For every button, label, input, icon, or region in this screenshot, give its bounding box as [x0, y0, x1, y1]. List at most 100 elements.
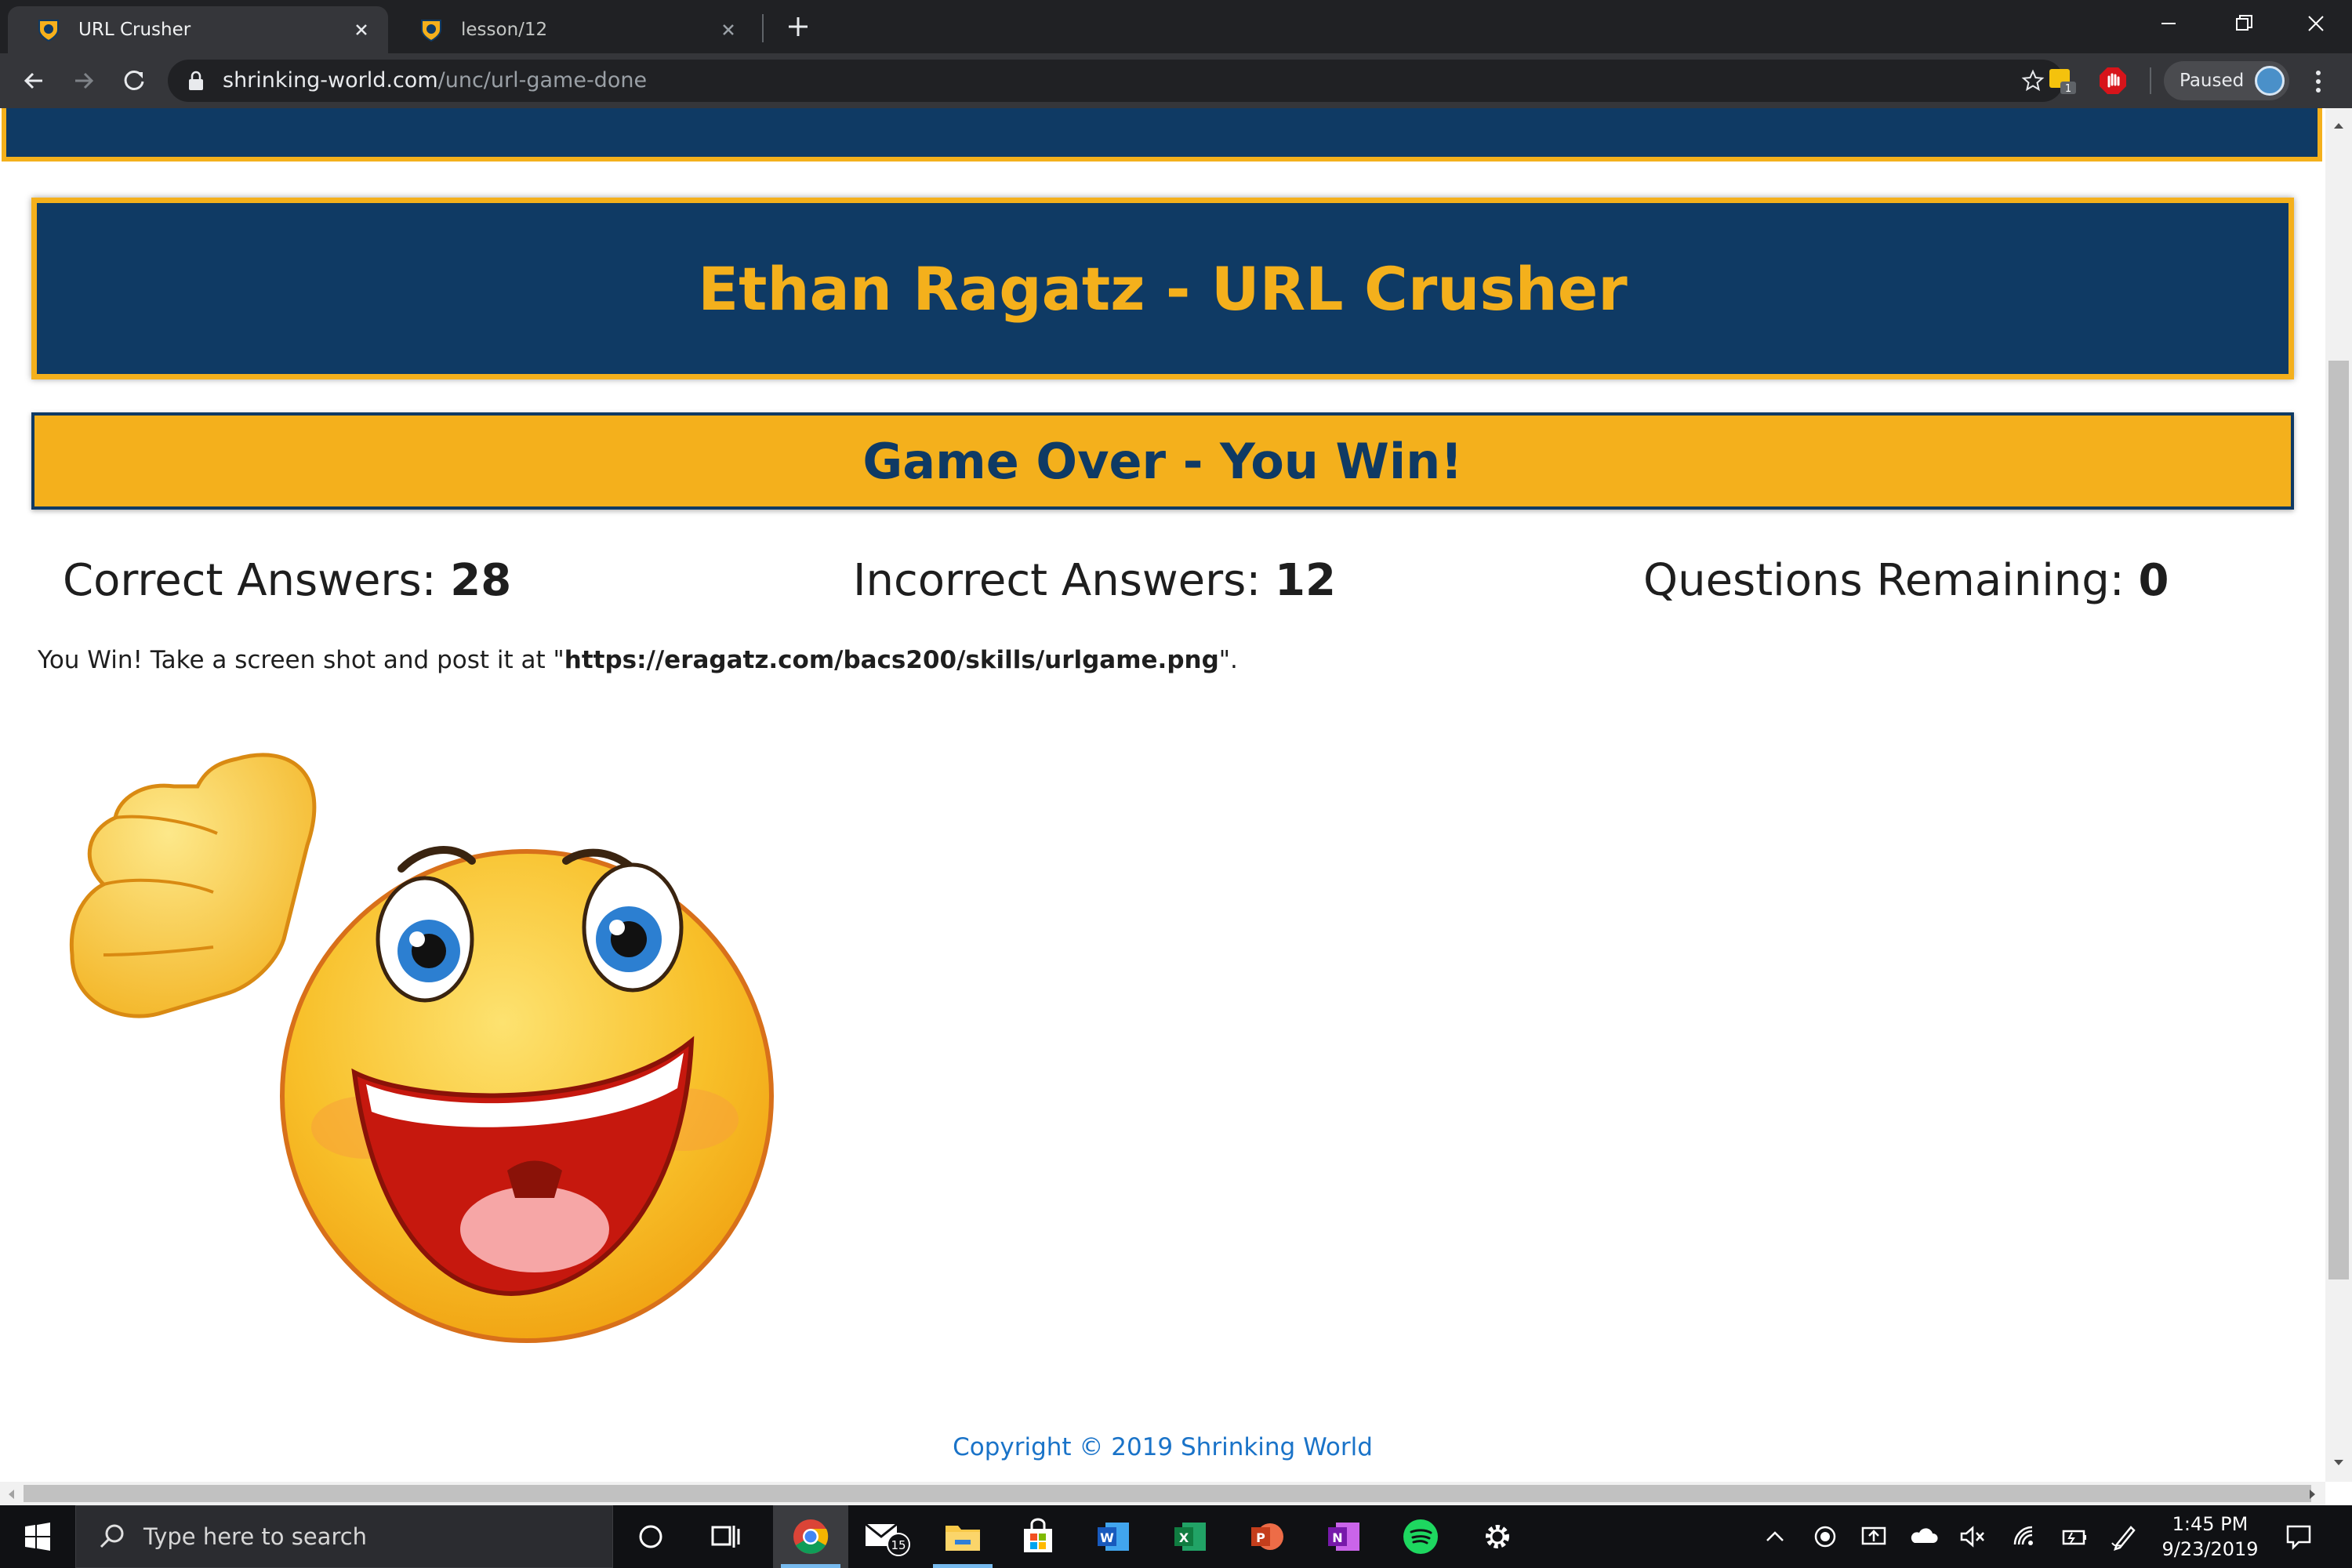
close-tab-icon[interactable] — [717, 19, 739, 41]
back-arrow-icon[interactable] — [17, 64, 50, 97]
clock-time: 1:45 PM — [2172, 1513, 2249, 1535]
task-view-button[interactable] — [688, 1505, 764, 1568]
taskbar-powerpoint[interactable]: P — [1229, 1505, 1305, 1568]
close-tab-icon[interactable] — [350, 19, 372, 41]
horizontal-scrollbar[interactable] — [0, 1482, 2325, 1505]
toolbar-separator — [2150, 67, 2151, 94]
taskbar-store[interactable] — [1000, 1505, 1076, 1568]
taskbar-spotify[interactable] — [1383, 1505, 1458, 1568]
profile-button[interactable]: Paused — [2164, 61, 2289, 100]
gear-icon — [1486, 1525, 1509, 1548]
extension-badge: 1 — [2065, 83, 2071, 95]
url-text[interactable]: shrinking-world.com/unc/url-game-done — [223, 60, 647, 102]
restore-button[interactable] — [2208, 0, 2280, 47]
scroll-down-icon[interactable] — [2332, 1458, 2345, 1468]
search-icon — [100, 1524, 124, 1548]
browser-menu-icon[interactable] — [2307, 66, 2330, 97]
wifi-icon[interactable] — [2009, 1521, 2040, 1552]
tab-title: lesson/12 — [461, 20, 548, 40]
cortana-button[interactable] — [613, 1505, 688, 1568]
address-bar[interactable]: shrinking-world.com/unc/url-game-done — [168, 60, 2063, 102]
notification-icon[interactable] — [2283, 1521, 2314, 1552]
taskbar-mail[interactable]: 15 — [850, 1505, 925, 1568]
mail-badge: 15 — [891, 1538, 906, 1552]
svg-text:X: X — [1179, 1530, 1189, 1545]
screen-share-icon[interactable] — [1858, 1521, 1889, 1552]
volume-muted-icon[interactable] — [1957, 1521, 1988, 1552]
minimize-button[interactable] — [2132, 0, 2205, 47]
scroll-left-icon[interactable] — [6, 1488, 16, 1501]
taskbar-settings[interactable] — [1460, 1505, 1535, 1568]
stat-value: 12 — [1275, 555, 1336, 606]
folder-icon — [946, 1526, 980, 1551]
svg-text:N: N — [1332, 1530, 1342, 1545]
stat-label: Questions Remaining: — [1643, 555, 2139, 606]
tab-separator — [762, 14, 764, 42]
page-viewport: Ethan Ragatz - URL Crusher Game Over - Y… — [0, 108, 2325, 1482]
correct-answers-stat: Correct Answers: 28 — [63, 555, 511, 606]
taskbar-onenote[interactable]: N — [1306, 1505, 1381, 1568]
unc-shield-icon — [38, 20, 59, 42]
chevron-up-icon[interactable] — [1759, 1521, 1791, 1552]
unc-shield-icon — [421, 20, 441, 42]
chrome-icon — [793, 1519, 829, 1554]
vertical-scrollbar[interactable] — [2325, 108, 2352, 1482]
cortana-circle-icon — [639, 1525, 662, 1548]
search-placeholder: Type here to search — [143, 1523, 368, 1550]
bookmark-star-icon[interactable] — [2021, 69, 2045, 93]
incorrect-answers-stat: Incorrect Answers: 12 — [853, 555, 1336, 606]
adblock-stop-icon[interactable] — [2098, 66, 2128, 96]
page-title: Ethan Ragatz - URL Crusher — [698, 253, 1628, 324]
tab-title: URL Crusher — [78, 20, 191, 40]
extension-notes-icon[interactable]: 1 — [2048, 66, 2078, 96]
taskbar-file-explorer[interactable] — [925, 1505, 1000, 1568]
new-tab-icon[interactable] — [782, 11, 814, 42]
profile-status: Paused — [2180, 71, 2245, 91]
taskbar-chrome[interactable] — [773, 1505, 848, 1568]
mail-icon: 15 — [865, 1523, 910, 1556]
excel-icon: X — [1174, 1523, 1206, 1551]
restore-icon — [2236, 15, 2252, 31]
forward-arrow-icon[interactable] — [67, 64, 100, 97]
powerpoint-icon: P — [1251, 1523, 1283, 1550]
onedrive-cloud-icon[interactable] — [1908, 1521, 1940, 1552]
pen-icon[interactable] — [2109, 1521, 2140, 1552]
win-message: You Win! Take a screen shot and post it … — [38, 646, 1238, 674]
stat-value: 28 — [450, 555, 512, 606]
onenote-icon: N — [1328, 1523, 1359, 1551]
scroll-right-icon[interactable] — [2308, 1488, 2318, 1501]
start-button[interactable] — [0, 1505, 75, 1568]
copyright-link[interactable]: Copyright © 2019 Shrinking World — [0, 1433, 2325, 1461]
svg-text:W: W — [1100, 1530, 1114, 1545]
result-banner: Game Over - You Win! — [31, 412, 2294, 510]
browser-toolbar: shrinking-world.com/unc/url-game-done — [0, 53, 2352, 108]
scrollbar-thumb[interactable] — [2328, 361, 2349, 1279]
url-path: /unc/url-game-done — [437, 68, 648, 93]
spotify-icon — [1403, 1519, 1438, 1554]
close-window-button[interactable] — [2280, 0, 2352, 47]
taskbar-clock[interactable]: 1:45 PM 9/23/2019 — [2159, 1512, 2261, 1562]
site-navbar — [2, 108, 2322, 162]
tab-lesson-12[interactable]: lesson/12 — [390, 6, 755, 53]
taskbar-word[interactable]: W — [1076, 1505, 1151, 1568]
tab-url-crusher[interactable]: URL Crusher — [8, 6, 388, 53]
taskbar-excel[interactable]: X — [1152, 1505, 1228, 1568]
store-bag-icon — [1024, 1518, 1052, 1552]
submission-url: https://eragatz.com/bacs200/skills/urlga… — [564, 646, 1219, 674]
record-icon[interactable] — [1809, 1521, 1841, 1552]
questions-remaining-stat: Questions Remaining: 0 — [1643, 555, 2169, 606]
svg-text:P: P — [1256, 1530, 1265, 1545]
result-heading: Game Over - You Win! — [862, 432, 1463, 490]
battery-charging-icon[interactable] — [2059, 1521, 2090, 1552]
lock-icon — [189, 71, 203, 90]
avatar — [2255, 66, 2285, 96]
minimize-icon — [2161, 23, 2176, 24]
scroll-up-icon[interactable] — [2332, 121, 2345, 130]
reload-icon[interactable] — [118, 64, 151, 97]
stat-label: Correct Answers: — [63, 555, 451, 606]
stat-label: Incorrect Answers: — [853, 555, 1275, 606]
scrollbar-thumb[interactable] — [24, 1485, 2311, 1502]
taskbar-search-box[interactable]: Type here to search — [75, 1505, 613, 1568]
message-prefix: You Win! Take a screen shot and post it … — [38, 646, 564, 674]
url-host: shrinking-world.com — [223, 68, 438, 93]
